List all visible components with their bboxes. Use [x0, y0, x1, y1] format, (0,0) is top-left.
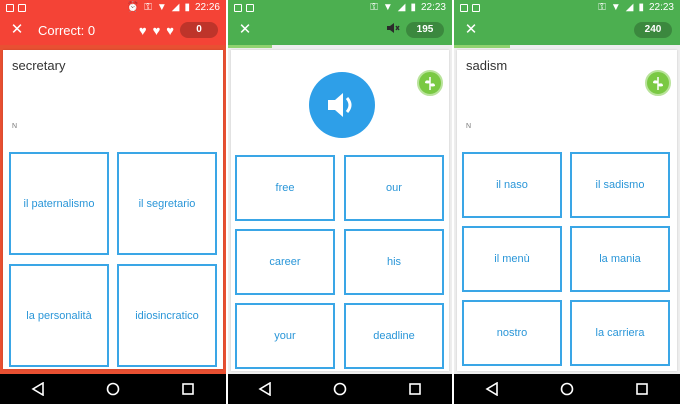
answer-option[interactable]: nostro — [462, 300, 562, 366]
recents-icon[interactable] — [405, 379, 425, 399]
question-word: secretary — [12, 58, 66, 73]
image-notification-icon — [6, 3, 14, 12]
heart-icon: ♥ — [152, 22, 161, 38]
close-icon[interactable]: ✕ — [8, 15, 26, 45]
signal-icon: ◢ — [397, 2, 406, 13]
answer-option[interactable]: la personalità — [9, 264, 109, 367]
back-icon[interactable] — [255, 379, 275, 399]
home-icon[interactable] — [557, 379, 577, 399]
status-bar: ⚿ ▼ ◢ ▮ 22:23 — [454, 0, 680, 15]
leaf-icon — [645, 70, 671, 96]
quiz-content: sadism N il naso il sadismo il menù la m… — [454, 45, 680, 374]
answer-option[interactable]: il naso — [462, 152, 562, 218]
quiz-content: free our career his your deadline — [228, 45, 452, 374]
recents-icon[interactable] — [178, 379, 198, 399]
alarm-icon: ⏰ — [126, 2, 140, 13]
key-icon: ⚿ — [598, 2, 606, 13]
quiz-panel-3: ⚿ ▼ ◢ ▮ 22:23 ✕ 240 sadism N il naso il … — [454, 0, 680, 404]
answer-option[interactable]: our — [344, 155, 444, 221]
answer-option[interactable]: la mania — [570, 226, 670, 292]
heart-icon: ♥ — [138, 22, 147, 38]
signal-icon: ◢ — [171, 2, 180, 13]
image-notification-icon — [234, 3, 242, 12]
question-card: sadism N il naso il sadismo il menù la m… — [457, 50, 677, 371]
question-card: free our career his your deadline — [231, 50, 449, 371]
answer-option[interactable]: your — [235, 303, 335, 369]
part-of-speech: N — [12, 123, 18, 130]
question-card: secretary N il paternalismo il segretari… — [3, 50, 223, 369]
home-icon[interactable] — [330, 379, 350, 399]
key-icon: ⚿ — [370, 2, 378, 13]
status-time: 22:23 — [648, 2, 674, 13]
gallery-notification-icon — [472, 3, 480, 12]
home-icon[interactable] — [103, 379, 123, 399]
key-icon: ⚿ — [144, 2, 152, 13]
answer-option[interactable]: il paternalismo — [9, 152, 109, 255]
score-badge: 195 — [406, 22, 444, 38]
navigation-bar — [454, 374, 680, 404]
answer-option[interactable]: il sadismo — [570, 152, 670, 218]
quiz-header: ✕ 240 — [454, 15, 680, 45]
score-badge: 0 — [180, 22, 218, 38]
heart-icon: ♥ — [166, 22, 174, 38]
correct-count: Correct: 0 — [38, 22, 96, 38]
answer-option[interactable]: free — [235, 155, 335, 221]
status-time: 22:26 — [194, 2, 220, 13]
wifi-icon: ▼ — [610, 2, 621, 13]
close-icon[interactable]: ✕ — [236, 15, 254, 45]
battery-icon: ▮ — [638, 2, 644, 13]
signal-icon: ◢ — [625, 2, 634, 13]
wifi-icon: ▼ — [382, 2, 393, 13]
navigation-bar — [0, 374, 226, 404]
status-bar: ⚿ ▼ ◢ ▮ 22:23 — [228, 0, 452, 15]
quiz-header: ✕ Correct: 0 ♥ ♥ ♥ 0 — [0, 15, 226, 45]
recents-icon[interactable] — [632, 379, 652, 399]
question-word: sadism — [466, 58, 508, 73]
back-icon[interactable] — [482, 379, 502, 399]
quiz-panel-1: ⏰ ⚿ ▼ ◢ ▮ 22:26 ✕ Correct: 0 ♥ ♥ ♥ 0 sec… — [0, 0, 226, 404]
close-icon[interactable]: ✕ — [462, 15, 480, 45]
gallery-notification-icon — [18, 3, 26, 12]
back-icon[interactable] — [28, 379, 48, 399]
status-time: 22:23 — [420, 2, 446, 13]
image-notification-icon — [460, 3, 468, 12]
answer-option[interactable]: idiosincratico — [117, 264, 217, 367]
speaker-icon — [328, 93, 352, 117]
answer-option[interactable]: career — [235, 229, 335, 295]
play-audio-button[interactable] — [309, 72, 375, 138]
part-of-speech: N — [466, 123, 472, 130]
quiz-content: secretary N il paternalismo il segretari… — [0, 45, 226, 374]
gallery-notification-icon — [246, 3, 254, 12]
quiz-panel-2: ⚿ ▼ ◢ ▮ 22:23 ✕ 195 free our career his … — [228, 0, 452, 404]
wifi-icon: ▼ — [156, 2, 167, 13]
quiz-header: ✕ 195 — [228, 15, 452, 45]
battery-icon: ▮ — [410, 2, 416, 13]
score-badge: 240 — [634, 22, 672, 38]
battery-icon: ▮ — [184, 2, 190, 13]
navigation-bar — [228, 374, 452, 404]
answer-option[interactable]: his — [344, 229, 444, 295]
answer-option[interactable]: la carriera — [570, 300, 670, 366]
answer-option[interactable]: deadline — [344, 303, 444, 369]
leaf-icon — [417, 70, 443, 96]
status-bar: ⏰ ⚿ ▼ ◢ ▮ 22:26 — [0, 0, 226, 15]
mute-icon[interactable] — [386, 21, 400, 39]
answer-option[interactable]: il menù — [462, 226, 562, 292]
answer-option[interactable]: il segretario — [117, 152, 217, 255]
